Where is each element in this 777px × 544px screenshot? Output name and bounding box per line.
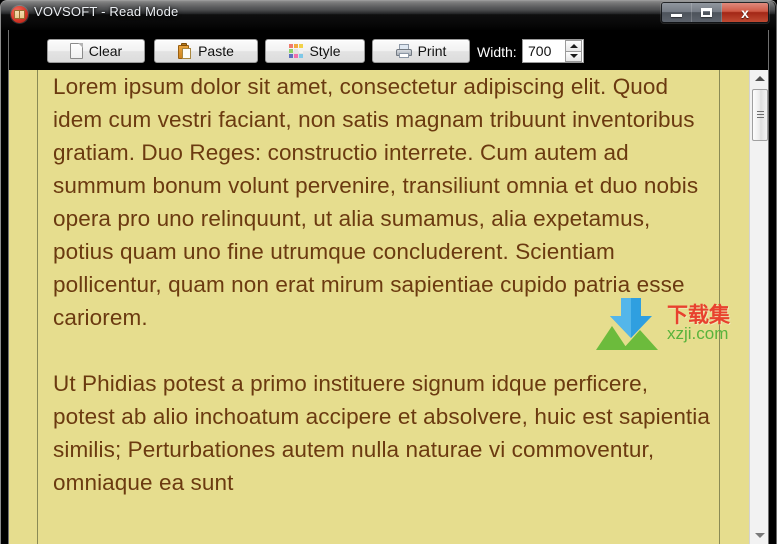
window-controls: x [661,2,769,23]
palette-swatch [294,44,299,48]
paste-button-label: Paste [198,43,234,59]
maximize-button[interactable] [692,3,722,22]
close-button[interactable]: x [722,3,768,22]
scroll-up-arrow-icon [755,76,765,81]
style-button-label: Style [309,43,341,59]
scrollbar-thumb[interactable] [752,89,768,141]
palette-swatch [289,49,294,53]
title-bar[interactable]: VOVSOFT - Read Mode x [1,0,776,28]
palette-swatch [299,54,304,58]
width-increment-button[interactable] [565,40,582,51]
minimize-button[interactable] [662,3,692,22]
width-stepper[interactable] [522,39,584,63]
document-text: Lorem ipsum dolor sit amet, consectetur … [53,70,713,499]
printer-icon [395,44,412,58]
reading-pane[interactable]: Lorem ipsum dolor sit amet, consectetur … [9,70,768,544]
clipboard-icon [178,43,192,59]
document-icon [69,43,83,59]
scroll-down-arrow-icon [755,533,765,538]
width-decrement-button[interactable] [565,50,582,62]
width-input[interactable] [523,43,565,59]
clear-button-label: Clear [88,43,123,59]
palette-swatch [299,49,304,53]
palette-swatch [289,54,294,58]
style-button[interactable]: Style [265,39,365,63]
window-title: VOVSOFT - Read Mode [34,4,179,19]
chevron-up-icon [569,43,578,48]
chevron-down-icon [569,54,578,59]
palette-swatch [294,54,299,58]
palette-swatch [294,49,299,53]
paste-button[interactable]: Paste [154,39,258,63]
clear-button[interactable]: Clear [47,39,145,63]
width-spin-arrows [565,40,582,62]
vertical-scrollbar[interactable] [749,70,768,544]
paragraph: Ut Phidias potest a primo instituere sig… [53,371,710,495]
toolbar: Clear Paste Style Print Width: [9,30,768,70]
scroll-up-button[interactable] [750,70,768,87]
width-label: Width: [477,44,517,60]
paragraph: Lorem ipsum dolor sit amet, consectetur … [53,74,699,330]
print-button[interactable]: Print [372,39,470,63]
scroll-down-button[interactable] [750,527,768,544]
close-icon: x [741,4,749,21]
client-area: Clear Paste Style Print Width: 700 Lorem… [8,30,769,544]
grip-icon [757,111,764,119]
book-icon [11,6,28,23]
print-button-label: Print [417,43,447,59]
text-page[interactable]: Lorem ipsum dolor sit amet, consectetur … [37,70,720,544]
palette-swatch [289,44,294,48]
application-window: VOVSOFT - Read Mode x Clear Paste Style … [0,0,777,544]
palette-swatch [299,44,304,48]
color-palette-icon [289,44,304,58]
